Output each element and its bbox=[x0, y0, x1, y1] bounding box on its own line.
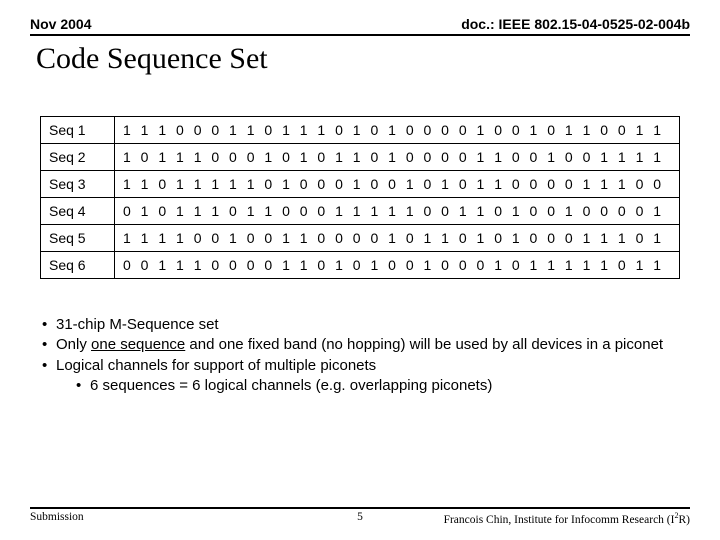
table-row: Seq 1 1 1 1 0 0 0 1 1 0 1 1 1 0 1 0 1 0 … bbox=[41, 117, 680, 144]
slide-header: Nov 2004 doc.: IEEE 802.15-04-0525-02-00… bbox=[30, 16, 690, 36]
table-row: Seq 6 0 0 1 1 1 0 0 0 0 1 1 0 1 0 1 0 0 … bbox=[41, 252, 680, 279]
table-row: Seq 4 0 1 0 1 1 1 0 1 1 0 0 0 1 1 1 1 1 … bbox=[41, 198, 680, 225]
list-item: • Only one sequence and one fixed band (… bbox=[42, 335, 690, 355]
bullet-list: • 31-chip M-Sequence set • Only one sequ… bbox=[42, 315, 690, 396]
seq-bits: 0 1 0 1 1 1 0 1 1 0 0 0 1 1 1 1 1 0 0 1 … bbox=[115, 198, 680, 225]
text-fragment: Francois Chin, Institute for Infocomm Re… bbox=[444, 514, 675, 526]
list-item: • 6 sequences = 6 logical channels (e.g.… bbox=[76, 376, 690, 396]
seq-bits: 1 1 1 0 0 0 1 1 0 1 1 1 0 1 0 1 0 0 0 0 … bbox=[115, 117, 680, 144]
bullet-text: Only one sequence and one fixed band (no… bbox=[56, 335, 663, 355]
footer-page-number: 5 bbox=[357, 511, 363, 523]
bullet-text: 6 sequences = 6 logical channels (e.g. o… bbox=[90, 376, 492, 396]
bullet-marker: • bbox=[42, 335, 56, 355]
seq-bits: 1 0 1 1 1 0 0 0 1 0 1 0 1 1 0 1 0 0 0 0 … bbox=[115, 144, 680, 171]
header-date: Nov 2004 bbox=[30, 16, 91, 32]
slide-footer: Submission 5 Francois Chin, Institute fo… bbox=[30, 507, 690, 526]
list-item: • Logical channels for support of multip… bbox=[42, 356, 690, 376]
slide: Nov 2004 doc.: IEEE 802.15-04-0525-02-00… bbox=[0, 0, 720, 540]
list-item: • 31-chip M-Sequence set bbox=[42, 315, 690, 335]
underlined-text: one sequence bbox=[91, 336, 185, 353]
text-fragment: R) bbox=[679, 514, 691, 526]
seq-bits: 1 1 1 1 0 0 1 0 0 1 1 0 0 0 0 1 0 1 1 0 … bbox=[115, 225, 680, 252]
seq-label: Seq 2 bbox=[41, 144, 115, 171]
table-row: Seq 3 1 1 0 1 1 1 1 1 0 1 0 0 0 1 0 0 1 … bbox=[41, 171, 680, 198]
bullet-marker: • bbox=[42, 315, 56, 335]
seq-label: Seq 3 bbox=[41, 171, 115, 198]
seq-label: Seq 5 bbox=[41, 225, 115, 252]
page-title: Code Sequence Set bbox=[30, 42, 690, 76]
table-row: Seq 5 1 1 1 1 0 0 1 0 0 1 1 0 0 0 0 1 0 … bbox=[41, 225, 680, 252]
seq-label: Seq 4 bbox=[41, 198, 115, 225]
bullet-text: 31-chip M-Sequence set bbox=[56, 315, 219, 335]
header-docref: doc.: IEEE 802.15-04-0525-02-004b bbox=[461, 16, 690, 32]
text-fragment: and one fixed band (no hopping) will be … bbox=[185, 336, 663, 353]
footer-right: Francois Chin, Institute for Infocomm Re… bbox=[444, 511, 690, 526]
seq-bits: 0 0 1 1 1 0 0 0 0 1 1 0 1 0 1 0 0 1 0 0 … bbox=[115, 252, 680, 279]
text-fragment: Only bbox=[56, 336, 91, 353]
sequence-table: Seq 1 1 1 1 0 0 0 1 1 0 1 1 1 0 1 0 1 0 … bbox=[40, 116, 680, 279]
seq-label: Seq 6 bbox=[41, 252, 115, 279]
footer-left: Submission bbox=[30, 511, 84, 526]
table-row: Seq 2 1 0 1 1 1 0 0 0 1 0 1 0 1 1 0 1 0 … bbox=[41, 144, 680, 171]
seq-label: Seq 1 bbox=[41, 117, 115, 144]
bullet-marker: • bbox=[42, 356, 56, 376]
seq-bits: 1 1 0 1 1 1 1 1 0 1 0 0 0 1 0 0 1 0 1 0 … bbox=[115, 171, 680, 198]
bullet-text: Logical channels for support of multiple… bbox=[56, 356, 376, 376]
bullet-marker: • bbox=[76, 376, 90, 396]
